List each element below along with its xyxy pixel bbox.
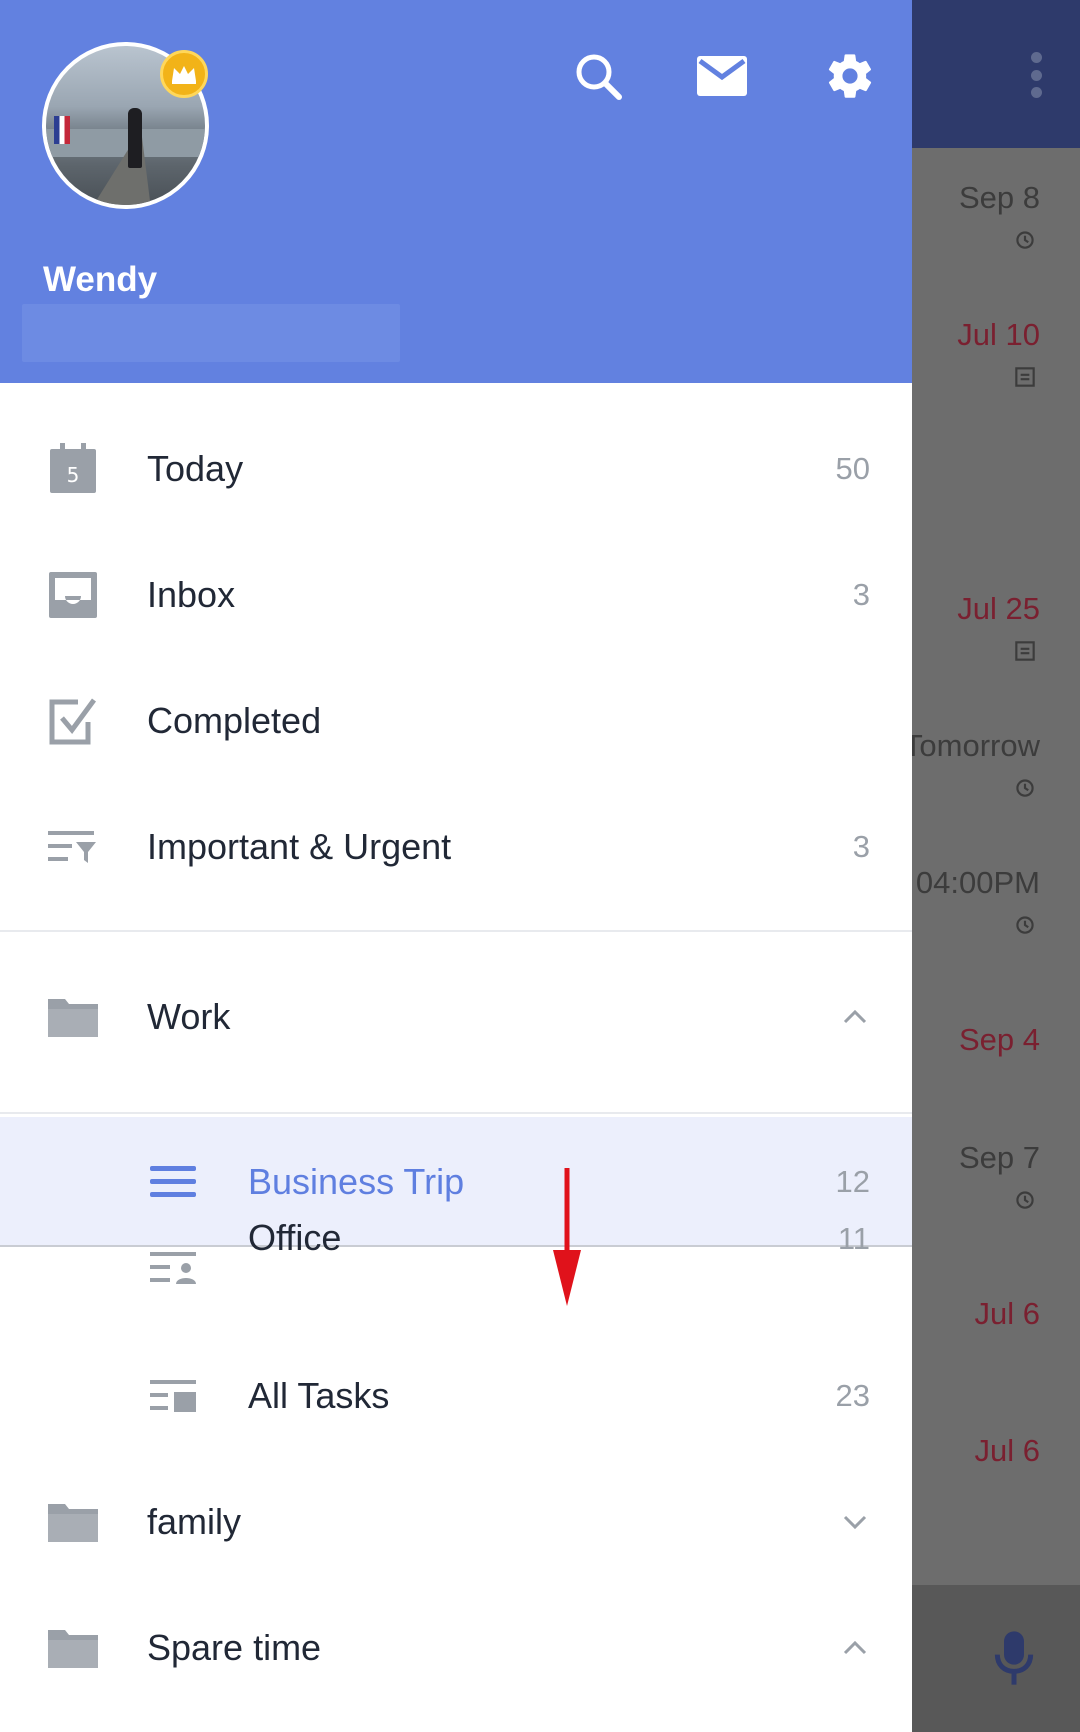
task-date: 04:00PM [915,865,1040,900]
menu-item-today[interactable]: 5 Today 50 [0,406,912,532]
list-count: 23 [835,1378,870,1413]
search-icon[interactable] [570,48,626,104]
alarm-icon [1016,231,1034,249]
folder-icon [46,990,100,1044]
all-tasks-icon [146,1369,200,1423]
user-name: Wendy [43,260,158,299]
menu-count: 3 [852,829,870,864]
alarm-icon [1016,779,1034,797]
list-count: 12 [835,1164,870,1199]
folder-label: Work [147,996,231,1037]
task-date: Jul 25 [957,591,1040,626]
note-icon [1015,641,1035,661]
inbox-icon [46,568,100,622]
mail-icon[interactable] [694,48,750,104]
list-label: All Tasks [248,1375,390,1416]
divider [0,930,912,932]
settings-icon[interactable] [822,48,878,104]
navigation-drawer: Wendy 5 Today 50 Inbox 3 Completed Impor… [0,0,912,1732]
task-date: Jul 6 [974,1433,1040,1468]
menu-count: 50 [835,451,870,486]
alarm-icon [1016,916,1034,934]
office-list-icon [146,1241,200,1295]
drawer-header: Wendy [0,0,912,383]
task-date: Tomorrow [903,728,1040,763]
task-date: Sep 7 [958,1140,1040,1175]
menu-item-completed[interactable]: Completed [0,658,912,784]
task-date: Sep 4 [958,1022,1040,1057]
overflow-menu-icon [1030,52,1042,98]
folder-label: family [147,1501,242,1542]
menu-item-important-urgent[interactable]: Important & Urgent 3 [0,784,912,910]
folder-work[interactable]: Work [0,954,912,1080]
menu-label: Important & Urgent [147,826,452,867]
menu-item-inbox[interactable]: Inbox 3 [0,532,912,658]
chevron-down-icon[interactable] [842,1514,868,1530]
menu-label: Today [147,448,244,489]
chevron-up-icon[interactable] [842,1640,868,1656]
list-item-all-tasks[interactable]: All Tasks 23 [0,1333,912,1459]
menu-label: Inbox [147,574,236,615]
task-date: Jul 10 [957,317,1040,352]
list-label: Office [248,1217,342,1258]
user-email-redacted [22,304,400,362]
microphone-icon [994,1631,1034,1685]
folder-label: Spare time [147,1627,322,1668]
menu-label: Completed [147,700,322,741]
menu-count: 3 [852,577,870,612]
calendar-day: 5 [67,463,80,487]
list-icon [146,1155,200,1209]
calendar-icon: 5 [46,442,100,496]
filter-list-icon [46,820,100,874]
folder-family[interactable]: family [0,1459,912,1585]
folder-icon [46,1621,100,1675]
list-count: 11 [837,1221,870,1256]
folder-icon [46,1495,100,1549]
checkbox-icon [46,694,100,748]
crown-icon [160,50,208,98]
folder-spare-time[interactable]: Spare time [0,1585,912,1711]
list-label: Business Trip [248,1161,465,1202]
note-icon [1015,367,1035,387]
list-item-office[interactable]: Office 11 [0,1207,912,1333]
task-date: Sep 8 [958,180,1040,215]
chevron-up-icon[interactable] [842,1009,868,1025]
alarm-icon [1016,1191,1034,1209]
divider [0,1112,912,1114]
task-date: Jul 6 [974,1296,1040,1331]
